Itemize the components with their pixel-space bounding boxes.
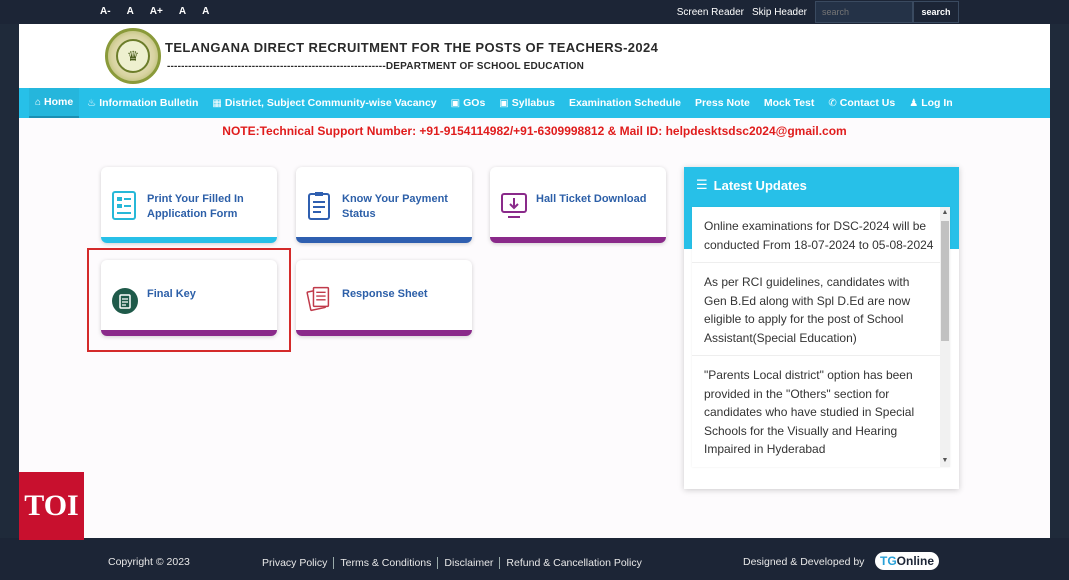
tile-accent-bar [101, 237, 277, 243]
nav-label: District, Subject Community-wise Vacancy [224, 97, 437, 109]
nav-label: Information Bulletin [99, 97, 199, 109]
telangana-emblem-logo: ♛ [105, 28, 161, 84]
tile-label: Response Sheet [342, 288, 428, 300]
tile-accent-bar [101, 330, 277, 336]
nav-label: Home [44, 96, 74, 108]
brand-prefix: TG [880, 554, 897, 568]
font-normal-button[interactable]: A [127, 6, 134, 17]
top-utility-bar: A- A A+ A A Screen Reader Skip Header se… [0, 0, 1069, 24]
privacy-policy-link[interactable]: Privacy Policy [262, 557, 335, 569]
nav-press-note[interactable]: Press Note [695, 88, 750, 118]
nav-examination-schedule[interactable]: Examination Schedule [569, 88, 681, 118]
clipboard-icon [111, 286, 139, 316]
nav-label: Contact Us [839, 97, 896, 109]
tile-final-key[interactable]: Final Key [101, 260, 277, 336]
refund-policy-link[interactable]: Refund & Cancellation Policy [500, 557, 647, 569]
disclaimer-link[interactable]: Disclaimer [438, 557, 501, 569]
site-header: ♛ TELANGANA DIRECT RECRUITMENT FOR THE P… [19, 24, 1050, 88]
search-box: search [815, 1, 959, 23]
terms-link[interactable]: Terms & Conditions [334, 557, 439, 569]
nav-mock-test[interactable]: Mock Test [764, 88, 815, 118]
download-icon [500, 191, 528, 221]
nav-label: Examination Schedule [568, 97, 681, 109]
emblem-center-icon: ♛ [116, 39, 150, 73]
nav-information-bulletin[interactable]: ♨ Information Bulletin [87, 88, 198, 118]
copyright-text: Copyright © 2023 [108, 556, 190, 568]
font-size-controls: A- A A+ A A [100, 6, 225, 17]
book-icon: ▣ [499, 97, 509, 109]
list-item[interactable]: "Parents Local district" option has been… [692, 356, 950, 467]
tile-response-sheet[interactable]: Response Sheet [296, 260, 472, 336]
bell-icon: ♨ [87, 97, 97, 109]
nav-label: GOs [463, 97, 486, 109]
payment-icon [306, 191, 334, 221]
tile-accent-bar [296, 330, 472, 336]
site-title: TELANGANA DIRECT RECRUITMENT FOR THE POS… [165, 40, 659, 55]
tile-label: Know Your Payment Status [342, 193, 448, 220]
tile-label: Final Key [147, 288, 196, 300]
font-increase-button[interactable]: A+ [150, 6, 163, 17]
designed-by-text: Designed & Developed by [743, 556, 865, 568]
tile-accent-bar [296, 237, 472, 243]
list-item[interactable]: As per RCI guidelines, candidates with G… [692, 263, 950, 356]
scroll-up-icon[interactable]: ▲ [940, 207, 950, 219]
theme-dark-button[interactable]: A [202, 6, 209, 17]
toi-watermark-logo: TOI [19, 472, 84, 540]
font-decrease-button[interactable]: A- [100, 6, 111, 17]
scroll-down-icon[interactable]: ▼ [940, 455, 950, 467]
search-button[interactable]: search [913, 1, 959, 23]
main-nav: ⌂ Home ♨ Information Bulletin ▦ District, S… [19, 88, 1050, 118]
tile-label: Hall Ticket Download [536, 193, 647, 205]
sheets-icon [306, 282, 334, 312]
nav-syllabus[interactable]: ▣ Syllabus [499, 88, 555, 118]
brand-suffix: Online [896, 554, 935, 568]
tgonline-logo[interactable]: TG Online [875, 552, 940, 570]
tile-accent-bar [490, 237, 666, 243]
site-footer: Copyright © 2023 Privacy Policy Terms & … [0, 538, 1069, 580]
form-icon [111, 191, 139, 221]
department-subtitle: ----------------------------------------… [167, 61, 585, 72]
tile-label: Print Your Filled In Application Form [147, 193, 244, 220]
updates-list[interactable]: Online examinations for DSC-2024 will be… [692, 207, 950, 467]
calendar-icon: ▦ [212, 97, 222, 109]
nav-label: Syllabus [511, 97, 555, 109]
tile-print-application[interactable]: Print Your Filled In Application Form [101, 167, 277, 243]
technical-support-note: NOTE:Technical Support Number: +91-91541… [222, 124, 847, 138]
user-icon: ♟ [909, 97, 919, 109]
nav-contact-us[interactable]: ✆ Contact Us [828, 88, 895, 118]
theme-light-button[interactable]: A [179, 6, 186, 17]
image-icon: ▣ [450, 97, 461, 109]
search-input[interactable] [815, 1, 913, 23]
nav-gos[interactable]: ▣ GOs [451, 88, 486, 118]
home-icon: ⌂ [35, 96, 42, 108]
nav-label: Log In [921, 97, 953, 109]
tile-hall-ticket[interactable]: Hall Ticket Download [490, 167, 666, 243]
phone-icon: ✆ [828, 97, 837, 109]
tile-payment-status[interactable]: Know Your Payment Status [296, 167, 472, 243]
latest-updates-panel: ☰ Latest Updates Online examinations for… [684, 167, 959, 489]
footer-links: Privacy Policy Terms & Conditions Discla… [262, 557, 648, 569]
skip-header-link[interactable]: Skip Header [752, 7, 807, 18]
latest-updates-header: ☰ Latest Updates [684, 167, 959, 203]
list-icon: ☰ [696, 177, 708, 192]
scrollbar-thumb[interactable] [941, 221, 949, 341]
nav-label: Mock Test [763, 97, 815, 109]
nav-vacancy[interactable]: ▦ District, Subject Community-wise Vacanc… [212, 88, 436, 118]
updates-scrollbar[interactable]: ▲ ▼ [940, 207, 950, 467]
screen-reader-link[interactable]: Screen Reader [677, 7, 744, 18]
nav-home[interactable]: ⌂ Home [29, 88, 80, 118]
latest-updates-title: Latest Updates [713, 177, 807, 193]
page-content: ♛ TELANGANA DIRECT RECRUITMENT FOR THE P… [19, 24, 1050, 538]
nav-label: Press Note [694, 97, 750, 109]
nav-log-in[interactable]: ♟ Log In [909, 88, 952, 118]
list-item[interactable]: Online examinations for DSC-2024 will be… [692, 207, 950, 263]
